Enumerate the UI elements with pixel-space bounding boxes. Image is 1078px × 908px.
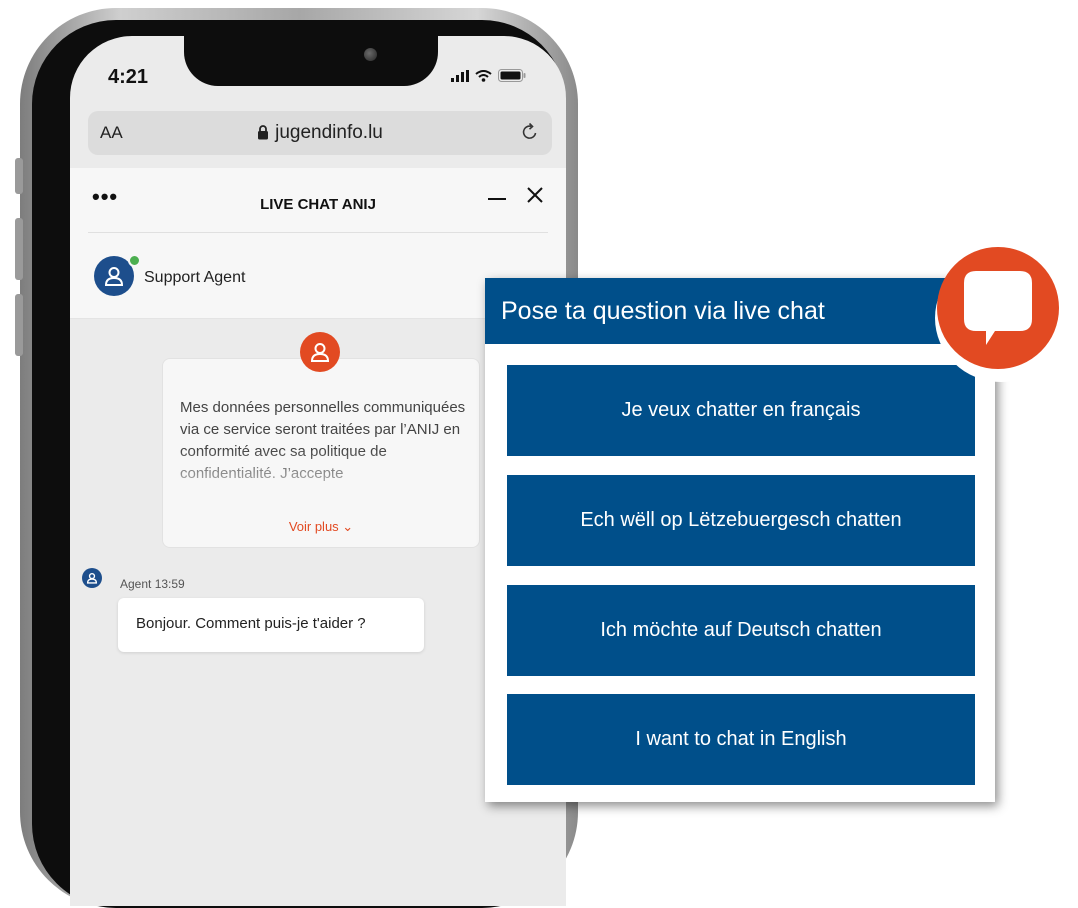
online-indicator [128,254,141,267]
message-time: 13:59 [154,577,185,591]
volume-up-button [15,218,23,280]
browser-url-bar[interactable]: AA jugendinfo.lu [88,111,552,155]
chat-french-button[interactable]: Je veux chatter en français [507,365,975,456]
wifi-icon [475,69,492,82]
chat-header-divider [88,232,548,233]
signal-icon [451,69,469,82]
chat-english-button[interactable]: I want to chat in English [507,694,975,785]
url-host-text: jugendinfo.lu [275,122,383,143]
silent-switch [15,158,23,194]
battery-icon [498,69,526,82]
consent-card: Mes données personnelles communiquées vi… [162,358,480,548]
chat-bubble-icon [935,247,1067,382]
message-avatar [82,568,102,588]
close-icon[interactable] [526,186,544,204]
minimize-icon[interactable] [488,198,506,200]
phone-notch [184,36,438,86]
consent-fade [163,449,479,519]
url-host[interactable]: jugendinfo.lu [88,122,552,144]
volume-down-button [15,294,23,356]
message-meta: Agent 13:59 [120,577,185,591]
see-more-link[interactable]: Voir plus ⌄ [163,519,479,535]
agent-name: Support Agent [144,269,246,286]
message-bubble: Bonjour. Comment puis-je t'aider ? [118,598,424,652]
reload-icon[interactable] [520,122,540,142]
status-time: 4:21 [108,66,149,88]
camera-icon [364,48,377,61]
status-icons [451,69,526,82]
message-author: Agent [120,577,152,591]
user-icon [86,572,98,584]
panel-title: Pose ta question via live chat [501,297,825,325]
user-icon [310,343,330,362]
message-text: Bonjour. Comment puis-je t'aider ? [136,615,366,632]
consent-avatar [300,332,340,372]
chat-luxembourgish-button[interactable]: Ech wëll op Lëtzebuergesch chatten [507,475,975,566]
chat-german-button[interactable]: Ich möchte auf Deutsch chatten [507,585,975,676]
lock-icon [258,125,269,140]
user-icon [104,267,124,286]
